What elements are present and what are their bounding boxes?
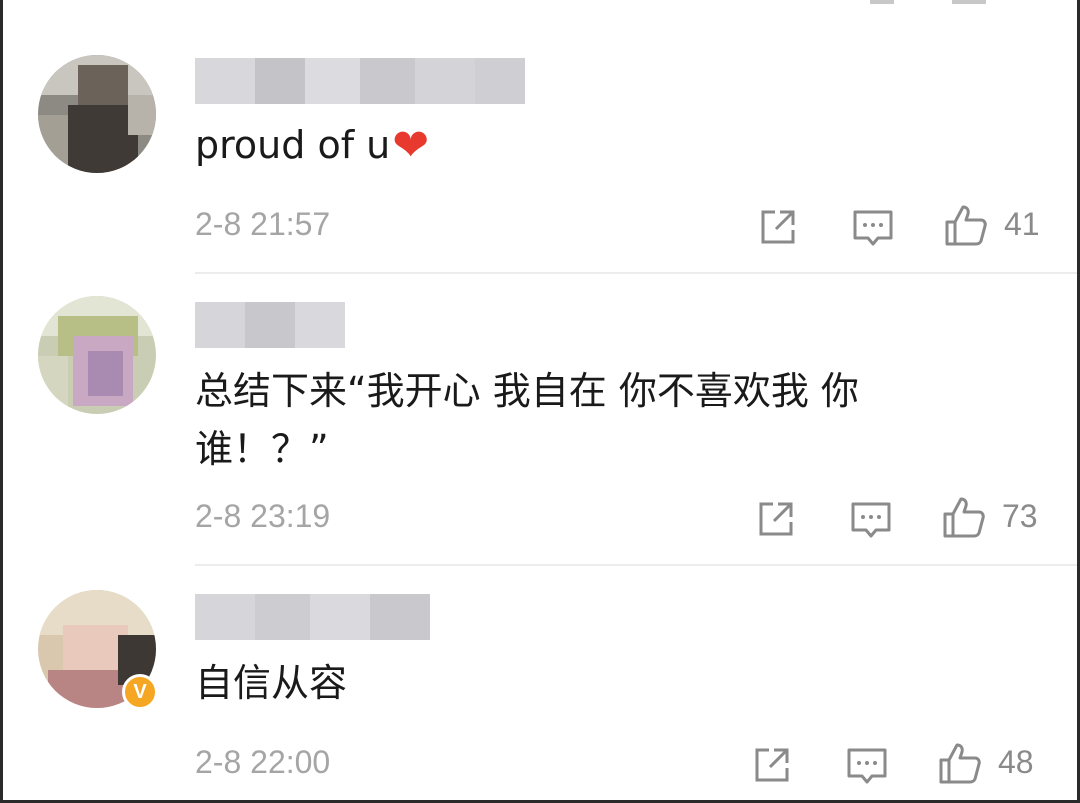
like-count: 48 [998,744,1034,780]
comment-icon [853,210,893,246]
avatar[interactable] [38,55,156,173]
share-button[interactable] [758,207,798,247]
share-icon [759,502,793,536]
share-icon [761,210,795,244]
like-button[interactable] [938,741,982,785]
reply-button[interactable] [846,745,888,787]
username-blurred[interactable] [195,594,430,640]
comment-item: 总结下来“我开心 我自在 你不喜欢我 你 谁！？” 2-8 23:19 73 [0,274,1080,564]
like-count: 41 [1004,206,1040,242]
verified-badge: V [122,674,158,710]
comment-text: 自信从容 [195,656,347,710]
frame-border [0,0,3,803]
username-blurred[interactable] [195,302,345,348]
thumbs-up-icon [945,205,987,246]
thumbs-up-icon [939,743,981,784]
comment-list-screen: proud of u❤ 2-8 21:57 41 总结下来“我开心 我自在 你不… [0,0,1080,803]
comment-icon [851,502,891,538]
comment-timestamp: 2-8 23:19 [195,498,331,534]
reply-button[interactable] [852,207,894,249]
comment-timestamp: 2-8 21:57 [195,206,331,242]
comment-item: proud of u❤ 2-8 21:57 41 [0,0,1080,272]
comment-text: proud of u❤ [195,118,429,173]
comment-text-content: 自信从容 [195,661,348,705]
comment-text: 总结下来“我开心 我自在 你不喜欢我 你 谁！？” [195,364,859,476]
comment-icon [847,748,887,784]
avatar[interactable] [38,296,156,414]
share-button[interactable] [756,499,796,539]
share-button[interactable] [752,745,792,785]
thumbs-up-icon [943,497,985,538]
comment-text-line: 总结下来“我开心 我自在 你不喜欢我 你 [195,369,859,413]
like-button[interactable] [944,203,988,247]
comment-text-line: 谁！？” [195,427,329,471]
share-icon [755,748,789,782]
comment-timestamp: 2-8 22:00 [195,744,331,780]
reply-button[interactable] [850,499,892,541]
like-count: 73 [1002,498,1038,534]
like-button[interactable] [942,495,986,539]
comment-item: V 自信从容 2-8 22:00 48 [0,566,1080,803]
heart-emoji-icon: ❤ [392,120,430,171]
comment-text-content: proud of u [195,123,391,167]
username-blurred[interactable] [195,58,525,104]
